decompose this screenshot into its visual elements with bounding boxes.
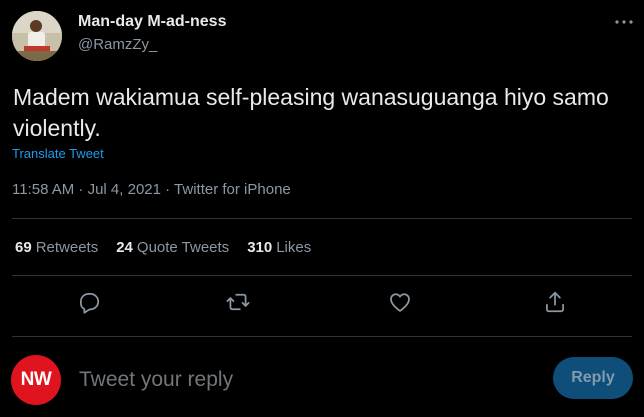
likes-count: 310 xyxy=(247,239,273,256)
divider xyxy=(12,336,632,337)
engagement-stats: 69 Retweets 24 Quote Tweets 310 Likes xyxy=(15,239,329,256)
tweet-text: Madem wakiamua self-pleasing wanasuguang… xyxy=(13,84,609,141)
reply-icon[interactable] xyxy=(76,289,102,315)
translate-tweet-link[interactable]: Translate Tweet xyxy=(12,146,104,161)
reply-input[interactable] xyxy=(79,362,529,398)
author-name[interactable]: Man-day M-ad-ness xyxy=(78,13,226,31)
retweets-stat[interactable]: 69 Retweets xyxy=(15,239,98,256)
author-avatar-image xyxy=(12,11,62,61)
retweets-label: Retweets xyxy=(35,239,99,256)
quote-tweets-count: 24 xyxy=(116,239,133,256)
more-horizontal-icon[interactable] xyxy=(612,12,636,32)
tweet-detail: Man-day M-ad-ness @RamzZy_ Madem wakiamu… xyxy=(0,0,644,417)
likes-label: Likes xyxy=(276,239,312,256)
heart-icon[interactable] xyxy=(387,289,413,315)
user-avatar[interactable]: NW xyxy=(11,355,61,405)
likes-stat[interactable]: 310 Likes xyxy=(247,239,311,256)
reply-button[interactable]: Reply xyxy=(553,357,633,399)
author-handle[interactable]: @RamzZy_ xyxy=(78,36,157,53)
divider xyxy=(12,275,632,276)
retweet-icon[interactable] xyxy=(225,289,251,315)
share-icon[interactable] xyxy=(542,289,568,315)
quote-tweets-label: Quote Tweets xyxy=(136,239,230,256)
quote-tweets-stat[interactable]: 24 Quote Tweets xyxy=(116,239,229,256)
divider xyxy=(12,218,632,219)
retweets-count: 69 xyxy=(15,239,32,256)
author-avatar[interactable] xyxy=(12,11,62,61)
tweet-timestamp[interactable]: 11:58 AM · Jul 4, 2021 · Twitter for iPh… xyxy=(12,181,291,198)
